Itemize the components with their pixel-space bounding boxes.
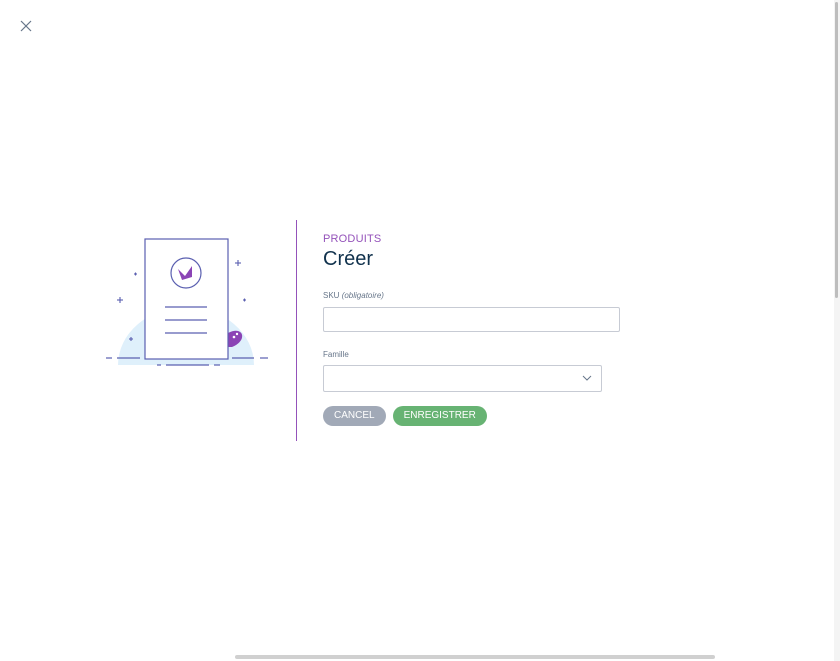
create-product-form: PRODUITS Créer SKU (obligatoire) Famille… xyxy=(323,232,623,426)
sku-required-hint: (obligatoire) xyxy=(341,291,384,300)
vertical-scrollbar-thumb[interactable] xyxy=(835,2,838,298)
create-product-page: PRODUITS Créer SKU (obligatoire) Famille… xyxy=(0,0,840,661)
sku-input[interactable] xyxy=(323,307,620,332)
product-illustration xyxy=(106,238,268,366)
form-actions: CANCEL ENREGISTRER xyxy=(323,406,623,426)
famille-label: Famille xyxy=(323,350,349,359)
sku-label: SKU (obligatoire) xyxy=(323,291,623,300)
horizontal-scrollbar-thumb[interactable] xyxy=(235,655,715,659)
sku-label-text: SKU xyxy=(323,291,340,300)
breadcrumb: PRODUITS xyxy=(323,233,382,245)
save-button[interactable]: ENREGISTRER xyxy=(392,406,487,426)
vertical-divider xyxy=(296,220,297,441)
vertical-scrollbar[interactable] xyxy=(834,0,840,661)
chevron-down-icon xyxy=(582,375,592,381)
close-icon[interactable] xyxy=(15,15,37,37)
famille-select[interactable] xyxy=(323,365,602,392)
page-title: Créer xyxy=(323,248,374,270)
cancel-button[interactable]: CANCEL xyxy=(323,406,386,426)
